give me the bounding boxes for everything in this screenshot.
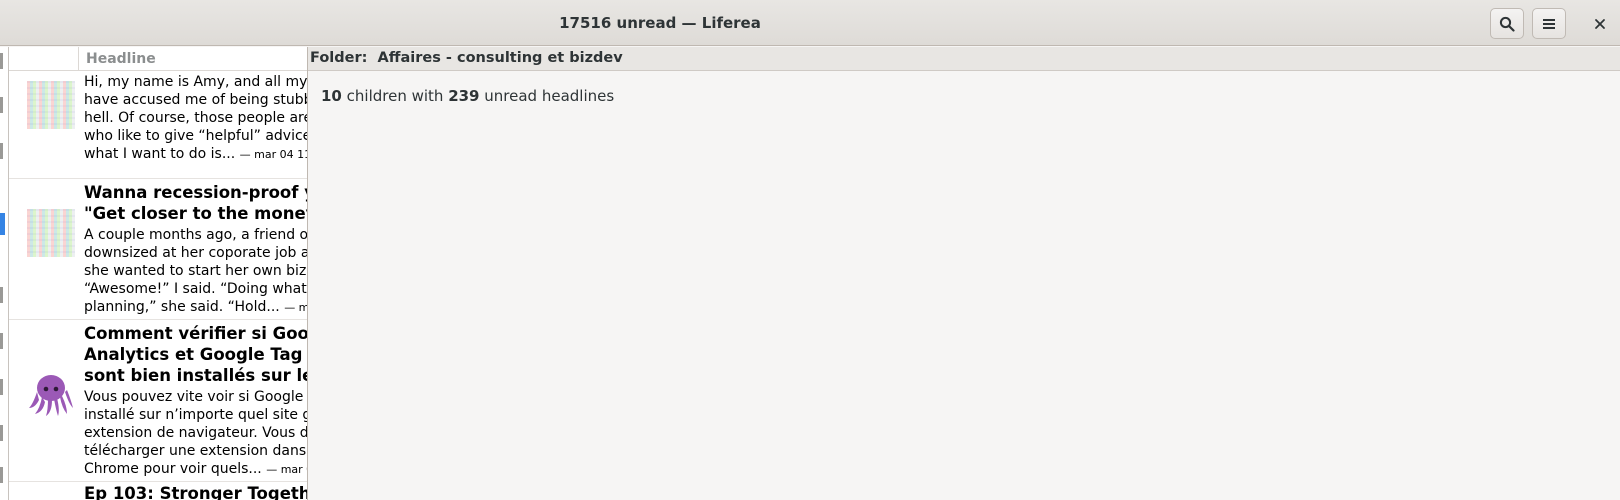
desc-line: planning,” she said. “Hold... — [84, 299, 280, 315]
desc-line: A couple months ago, a friend of — [84, 227, 308, 243]
headline-date: — mar 0 — [266, 463, 307, 476]
header-bar: 17516 unread — Liferea — [0, 0, 1620, 46]
unread-text: unread headlines — [479, 87, 615, 105]
headline-description: Hi, my name is Amy, and all my li have a… — [84, 73, 308, 164]
title-line: "Get closer to the money" — [84, 204, 308, 223]
headline-description: A couple months ago, a friend of downsiz… — [84, 226, 308, 317]
desc-line: downsized at her coporate job an — [84, 245, 308, 261]
headline-list[interactable]: Hi, my name is Amy, and all my li have a… — [9, 47, 308, 500]
liferea-window: 17516 unread — Liferea Hi, my name is Am… — [0, 0, 1620, 500]
headline-row[interactable]: Wanna recession-proof yo "Get closer to … — [9, 179, 308, 320]
headline-row[interactable]: Hi, my name is Amy, and all my li have a… — [9, 61, 308, 179]
headline-column-header[interactable]: Headline — [9, 47, 307, 71]
headline-date: — mar 04 11:2 — [239, 148, 307, 161]
folder-header: Folder: Affaires - consulting et bizdev — [308, 47, 1620, 71]
item-view-pane: Folder: Affaires - consulting et bizdev … — [308, 47, 1620, 500]
search-button[interactable] — [1490, 8, 1524, 39]
search-icon — [1499, 16, 1515, 32]
icon-column-header[interactable] — [9, 47, 79, 71]
title-line: Comment vérifier si Googl — [84, 324, 308, 343]
desc-line: what I want to do is... — [84, 146, 236, 162]
main-menu-button[interactable] — [1532, 8, 1566, 39]
children-text: children with — [341, 87, 449, 105]
desc-line: extension de navigateur. Vous de — [84, 425, 308, 441]
headline-title: Ep 103: Stronger Together: — [84, 483, 307, 500]
desc-line: Vous pouvez vite voir si Google Ar — [84, 389, 308, 405]
desc-line: have accused me of being stubbo — [84, 92, 308, 108]
unread-count: 239 — [448, 87, 480, 105]
children-count: 10 — [321, 87, 342, 105]
close-icon — [1595, 18, 1605, 29]
folder-name: Affaires - consulting et bizdev — [377, 50, 623, 66]
feed-list-pane[interactable] — [0, 47, 9, 500]
headline-column-label: Headline — [86, 51, 156, 67]
title-line: sont bien installés sur le si — [84, 366, 307, 385]
desc-line: Hi, my name is Amy, and all my li — [84, 74, 308, 90]
feed-icon-edge — [0, 53, 3, 69]
headline-title: Wanna recession-proof yo "Get closer to … — [84, 182, 308, 224]
close-button[interactable] — [1585, 8, 1615, 39]
desc-line: installé sur n’importe quel site gr — [84, 407, 308, 423]
window-title: 17516 unread — Liferea — [559, 14, 761, 32]
hamburger-menu-icon — [1543, 18, 1555, 29]
feed-icon-edge — [0, 333, 3, 349]
octopus-icon — [27, 370, 75, 418]
feed-icon-edge — [0, 379, 3, 395]
title-line: Analytics et Google Tag Ma — [84, 345, 307, 364]
desc-line: she wanted to start her own biz. — [84, 263, 308, 279]
folder-summary: 10 children with 239 unread headlines — [321, 87, 614, 105]
headline-description: Vous pouvez vite voir si Google Ar insta… — [84, 388, 308, 479]
desc-line: who like to give “helpful” advice a — [84, 128, 308, 144]
desc-line: “Awesome!” I said. “Doing what?” — [84, 281, 308, 297]
feed-icon-edge — [0, 467, 3, 483]
selected-feed-indicator — [0, 213, 5, 235]
desc-line: Chrome pour voir quels... — [84, 461, 262, 477]
desc-line: hell. Of course, those people are — [84, 110, 308, 126]
headline-title: Comment vérifier si Googl Analytics et G… — [84, 323, 308, 386]
folder-title: Folder: Affaires - consulting et bizdev — [310, 50, 623, 66]
headline-thumbnail — [27, 81, 75, 129]
headline-row[interactable]: Comment vérifier si Googl Analytics et G… — [9, 320, 308, 482]
desc-line: télécharger une extension dans C — [84, 443, 308, 459]
feed-icon-edge — [0, 97, 3, 113]
title-line: Wanna recession-proof yo — [84, 183, 308, 202]
feed-icon-edge — [0, 143, 3, 159]
headline-date: — mar — [284, 301, 307, 314]
feed-icon-edge — [0, 425, 3, 441]
folder-prefix: Folder: — [310, 50, 368, 66]
headline-row[interactable]: Ep 103: Stronger Together: — [9, 482, 307, 500]
title-line: Ep 103: Stronger Together: — [84, 484, 307, 500]
headline-thumbnail — [27, 209, 75, 257]
feed-icon-edge — [0, 287, 3, 303]
